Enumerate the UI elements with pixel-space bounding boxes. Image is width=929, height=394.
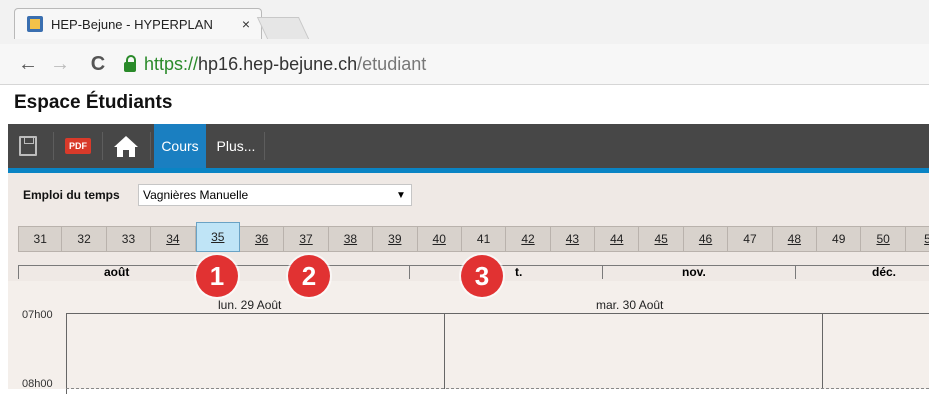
url-scheme: https:// xyxy=(144,53,199,74)
month-label: août xyxy=(104,265,130,279)
time-label: 08h00 xyxy=(22,378,53,390)
week-33-button[interactable]: 33 xyxy=(106,226,152,252)
student-select-value: Vagnières Manuelle xyxy=(143,188,249,202)
day-column-divider xyxy=(444,313,445,389)
month-divider xyxy=(795,266,796,279)
week-47-button[interactable]: 47 xyxy=(728,226,773,252)
new-tab-button[interactable] xyxy=(256,17,310,39)
pdf-icon: PDF xyxy=(65,138,91,154)
toolbar-divider xyxy=(150,132,151,160)
week-selector: 31 32 33 34 35 36 37 38 39 40 41 42 43 44 45 46 47 48 49 50… xyxy=(18,222,929,252)
day-header[interactable]: lun. 29 Août xyxy=(218,298,281,312)
save-button[interactable] xyxy=(8,124,48,168)
annotation-badge-1: 1 xyxy=(196,255,238,297)
week-45-button[interactable]: 45 xyxy=(639,226,684,252)
week-48-button[interactable]: 48 xyxy=(772,226,818,252)
favicon-icon xyxy=(27,16,43,32)
week-37-button[interactable]: 37 xyxy=(284,226,329,252)
month-divider xyxy=(18,266,19,279)
hour-line xyxy=(66,388,929,390)
calendar-grid[interactable] xyxy=(66,313,929,394)
browser-toolbar: ← → C https:// hp16.hep-bejune.ch /etudi… xyxy=(0,44,929,85)
week-43-button[interactable]: 43 xyxy=(550,226,596,252)
tab-title: HEP-Bejune - HYPERPLAN xyxy=(51,16,213,32)
week-34-button[interactable]: 34 xyxy=(151,226,196,252)
week-5-button[interactable]: 5 xyxy=(905,226,929,252)
forward-arrow-icon[interactable]: → xyxy=(48,52,72,76)
url-host: hp16.hep-bejune.ch xyxy=(198,53,358,74)
home-icon xyxy=(114,136,138,157)
reload-icon[interactable]: C xyxy=(86,52,110,76)
week-46-button[interactable]: 46 xyxy=(683,226,729,252)
floppy-disk-icon xyxy=(19,136,37,156)
app-toolbar: PDF Cours Plus... xyxy=(8,124,929,168)
day-header[interactable]: mar. 30 Août xyxy=(596,298,663,312)
week-38-button[interactable]: 38 xyxy=(328,226,374,252)
month-divider xyxy=(409,266,410,279)
url-path: /etudiant xyxy=(357,53,427,74)
student-select[interactable]: Vagnières Manuelle ▼ xyxy=(138,184,412,206)
week-31-button[interactable]: 31 xyxy=(18,226,63,252)
close-tab-icon[interactable]: × xyxy=(237,16,255,32)
plus-menu-button[interactable]: Plus... xyxy=(208,124,264,168)
browser-tabstrip: HEP-Bejune - HYPERPLAN × xyxy=(0,0,929,44)
toolbar-divider xyxy=(264,132,265,160)
week-41-button[interactable]: 41 xyxy=(461,226,507,252)
month-label: déc. xyxy=(872,265,897,279)
week-39-button[interactable]: 39 xyxy=(373,226,418,252)
month-label: nov. xyxy=(682,265,706,279)
week-50-button[interactable]: 50 xyxy=(861,226,906,252)
time-label: 07h00 xyxy=(22,309,53,321)
week-40-button[interactable]: 40 xyxy=(417,226,462,252)
month-divider xyxy=(602,266,603,279)
week-42-button[interactable]: 42 xyxy=(506,226,551,252)
pdf-button[interactable]: PDF xyxy=(58,124,98,168)
address-bar[interactable]: https:// hp16.hep-bejune.ch /etudiant xyxy=(124,52,914,76)
page-title: Espace Étudiants xyxy=(14,92,173,113)
schedule-label: Emploi du temps xyxy=(23,188,120,202)
week-36-button[interactable]: 36 xyxy=(239,226,285,252)
cours-tab[interactable]: Cours xyxy=(154,124,206,168)
home-button[interactable] xyxy=(106,124,146,168)
month-label: t. xyxy=(515,265,523,279)
day-column-divider xyxy=(822,313,823,389)
week-44-button[interactable]: 44 xyxy=(595,226,640,252)
week-32-button[interactable]: 32 xyxy=(62,226,107,252)
week-49-button[interactable]: 49 xyxy=(817,226,862,252)
browser-tab[interactable]: HEP-Bejune - HYPERPLAN × xyxy=(14,8,262,39)
week-35-button[interactable]: 35 xyxy=(195,222,240,252)
toolbar-divider xyxy=(102,132,103,160)
lock-icon xyxy=(124,55,136,72)
annotation-badge-3: 3 xyxy=(461,255,503,297)
back-arrow-icon[interactable]: ← xyxy=(16,52,40,76)
dropdown-caret-icon[interactable]: ▼ xyxy=(391,190,411,201)
annotation-badge-2: 2 xyxy=(288,255,330,297)
toolbar-divider xyxy=(53,132,54,160)
